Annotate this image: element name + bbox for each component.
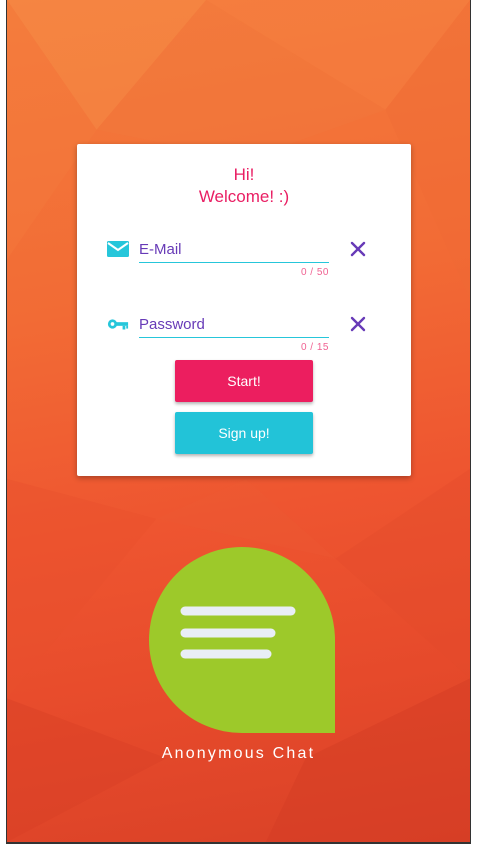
email-char-counter: 0 / 50 bbox=[300, 267, 329, 278]
app-screen: Hi! Welcome! :) 0 / 50 0 / 15 bbox=[6, 0, 471, 844]
greeting-title: Hi! bbox=[233, 165, 255, 184]
chat-bubble-icon bbox=[149, 547, 335, 733]
start-button[interactable]: Start! bbox=[175, 360, 313, 402]
clear-password-icon[interactable] bbox=[347, 313, 369, 335]
email-input[interactable] bbox=[139, 236, 329, 263]
sign-up-button[interactable]: Sign up! bbox=[175, 412, 313, 454]
clear-email-icon[interactable] bbox=[347, 238, 369, 260]
envelope-icon bbox=[107, 241, 129, 257]
app-name-label: Anonymous Chat bbox=[161, 745, 316, 762]
password-input[interactable] bbox=[139, 311, 329, 338]
password-char-counter: 0 / 15 bbox=[300, 342, 329, 353]
login-card: Hi! Welcome! :) 0 / 50 0 / 15 bbox=[77, 144, 411, 476]
greeting-subtitle: Welcome! :) bbox=[198, 187, 290, 206]
email-field-row: 0 / 50 bbox=[77, 234, 411, 284]
password-field-row: 0 / 15 bbox=[77, 309, 411, 359]
key-icon bbox=[107, 319, 129, 330]
